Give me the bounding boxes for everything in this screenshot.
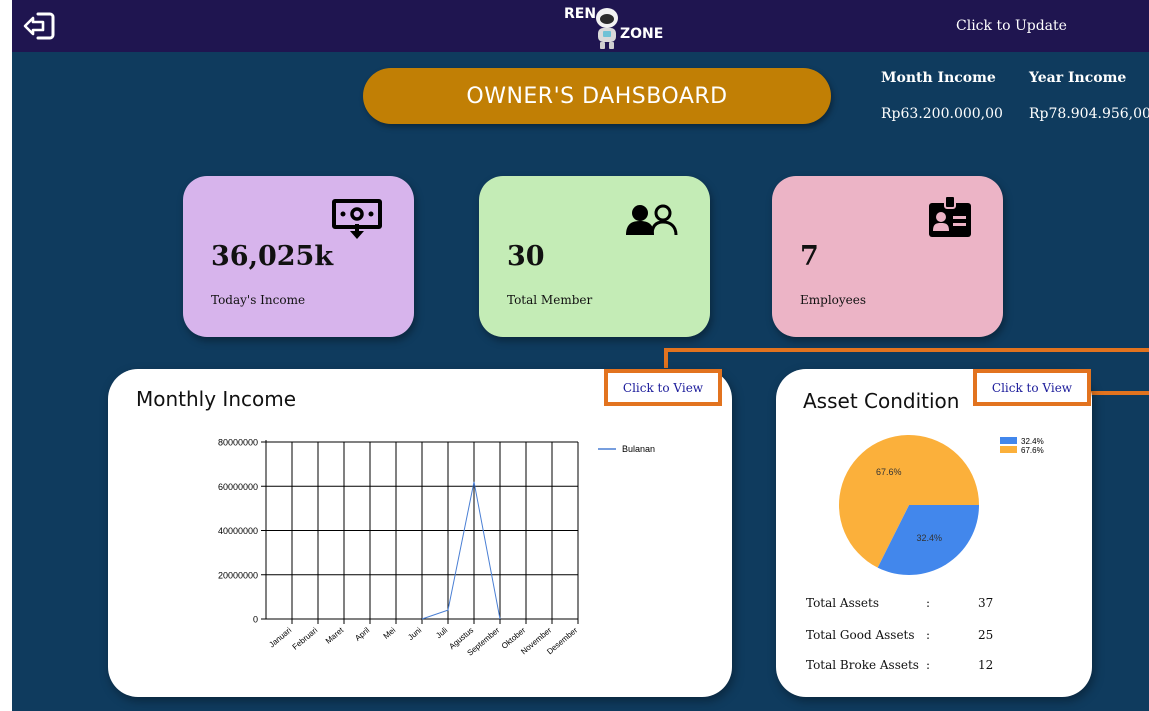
x-tick-label: Maret (324, 625, 346, 646)
logo-text-bottom: ZONE (620, 26, 664, 42)
month-income-label: Month Income (881, 70, 996, 86)
legend-swatch (1000, 446, 1017, 453)
asset-row-value: 37 (978, 596, 994, 610)
year-income-label: Year Income (1029, 70, 1127, 86)
asset-row-separator: : (926, 658, 931, 672)
monthly-view-button[interactable]: Click to View (604, 369, 722, 406)
pie-slice-label: 67.6% (876, 467, 902, 477)
employees-label: Employees (800, 293, 867, 307)
x-tick-label: Januari (267, 626, 293, 650)
app-window: REN ZONE Click to Update OWNER'S DAHSBOA… (12, 0, 1149, 711)
monthly-income-panel: Monthly Income 0 20000000 40000000 60000000… (108, 369, 732, 697)
asset-condition-panel: Asset Condition 32.4% 32.4% 67.6% 67.6% Tot… (776, 369, 1092, 697)
today-income-label: Today's Income (211, 293, 306, 307)
x-tick-label: Februari (291, 625, 320, 651)
y-tick-label: 80000000 (218, 438, 258, 448)
asset-row-label: Total Broke Assets (806, 658, 919, 672)
pie-slice-label: 32.4% (916, 533, 942, 543)
total-member-value: 30 (507, 241, 545, 272)
total-member-label: Total Member (507, 293, 593, 307)
asset-row-label: Total Assets (806, 596, 879, 610)
x-tick-label: Mei (382, 625, 398, 640)
legend-label: Bulanan (622, 444, 655, 454)
id-badge-icon (929, 195, 971, 237)
y-tick-label: 20000000 (218, 570, 258, 580)
today-income-card: 36,025k Today's Income (183, 176, 414, 337)
y-tick-label: 0 (253, 615, 258, 625)
asset-row-separator: : (926, 596, 931, 610)
asset-row-label: Total Good Assets (806, 628, 915, 642)
employees-card: 7 Employees (772, 176, 1003, 337)
asset-row-value: 25 (978, 628, 994, 642)
legend-swatch (1000, 437, 1017, 444)
x-tick-label: Juni (406, 626, 423, 642)
today-income-value: 36,025k (211, 241, 334, 272)
month-income-value: Rp63.200.000,00 (881, 106, 1003, 122)
asset-view-button[interactable]: Click to View (973, 369, 1091, 406)
page-title: OWNER'S DAHSBOARD (363, 68, 831, 124)
legend-label: 32.4% (1021, 437, 1044, 446)
y-tick-label: 60000000 (218, 482, 258, 492)
logout-button[interactable] (22, 10, 56, 42)
y-tick-label: 40000000 (218, 526, 258, 536)
series-line-bulanan (421, 481, 501, 620)
astronaut-icon (596, 8, 618, 49)
x-tick-label: Juli (434, 626, 449, 641)
x-tick-label: April (353, 626, 371, 643)
app-logo: REN ZONE (562, 4, 672, 50)
asset-row-separator: : (926, 628, 931, 642)
employees-value: 7 (800, 241, 819, 272)
total-member-card: 30 Total Member (479, 176, 710, 337)
users-icon (626, 204, 678, 236)
asset-row-value: 12 (978, 658, 994, 672)
top-bar: REN ZONE Click to Update (12, 0, 1149, 52)
monthly-income-chart: 0 20000000 40000000 60000000 80000000 Januari… (218, 438, 655, 658)
legend-label: 67.6% (1021, 446, 1044, 455)
update-button[interactable]: Click to Update (956, 18, 1067, 34)
year-income-value: Rp78.904.956,00 (1029, 106, 1149, 122)
logout-icon (23, 12, 55, 40)
money-receive-icon (332, 199, 382, 239)
